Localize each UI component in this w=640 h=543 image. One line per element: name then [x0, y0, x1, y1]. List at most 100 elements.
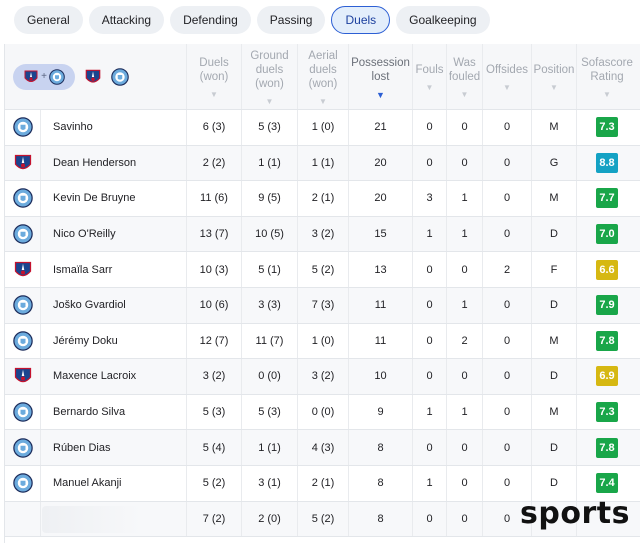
- rating-badge: 7.8: [596, 330, 618, 351]
- player-name-link[interactable]: Nico O'Reilly: [41, 216, 187, 252]
- column-header-ground[interactable]: Ground duels (won) ▼: [242, 44, 298, 109]
- table-row[interactable]: Bernardo Silva 5 (3) 5 (3) 0 (0) 9 1 1 0 M 7.3: [5, 394, 640, 431]
- stat-poss: 20: [349, 145, 413, 181]
- stat-fouled: 0: [447, 252, 483, 287]
- stat-aerial: 3 (2): [298, 216, 349, 252]
- stat-ground: 9 (5): [242, 181, 298, 216]
- table-row[interactable]: Jérémy Doku 12 (7) 11 (7) 1 (0) 11 0 2 0 M 7.8: [5, 323, 640, 360]
- sort-arrow-icon: ▼: [210, 89, 218, 99]
- stat-pos: G: [532, 145, 577, 181]
- tab-defending[interactable]: Defending: [170, 6, 251, 34]
- tab-goalkeeping[interactable]: Goalkeeping: [396, 6, 490, 34]
- column-header-offsides[interactable]: Offsides ▼: [483, 44, 532, 109]
- stat-pos: D: [532, 430, 577, 465]
- watermark-logo: sports: [520, 496, 630, 531]
- table-row[interactable]: Maxence Lacroix 3 (2) 0 (0) 3 (2) 10 0 0 0 D 6.9: [5, 359, 640, 395]
- stat-offsides: 0: [483, 216, 532, 252]
- rating-cell: 7.7: [577, 181, 637, 216]
- rating-badge: 6.9: [596, 366, 618, 387]
- player-name-link[interactable]: Rúben Dias: [41, 430, 187, 465]
- stat-aerial: 0 (0): [298, 394, 349, 430]
- combo-separator: +: [41, 71, 47, 82]
- table-header: + Duels (won) ▼ Ground duels (won) ▼ Aerial …: [5, 44, 640, 110]
- tab-duels[interactable]: Duels: [331, 6, 391, 34]
- rating-cell: 8.8: [577, 146, 637, 181]
- table-row[interactable]: Dean Henderson 2 (2) 1 (1) 1 (1) 20 0 0 0 G 8.8: [5, 145, 640, 182]
- tab-attacking[interactable]: Attacking: [88, 6, 165, 34]
- player-name-link[interactable]: Dean Henderson: [41, 145, 187, 181]
- rating-cell: 6.9: [577, 359, 637, 394]
- stat-duels: 7 (2): [187, 501, 242, 536]
- column-label: Duels (won): [199, 56, 229, 83]
- stat-duels: 10 (3): [187, 252, 242, 287]
- column-header-duels[interactable]: Duels (won) ▼: [187, 44, 242, 109]
- stat-duels: 5 (3): [187, 394, 242, 430]
- stat-pos: D: [532, 216, 577, 252]
- stat-ground: 5 (3): [242, 110, 298, 145]
- table-row[interactable]: Savinho 6 (3) 5 (3) 1 (0) 21 0 0 0 M 7.3: [5, 110, 640, 146]
- player-name-link[interactable]: Savinho: [41, 110, 187, 145]
- stat-ground: 3 (3): [242, 288, 298, 323]
- column-header-rating[interactable]: Sofascore Rating ▼: [577, 44, 637, 109]
- sort-arrow-icon: ▼: [460, 89, 469, 99]
- column-label: Offsides: [486, 63, 528, 76]
- stat-fouled: 2: [447, 323, 483, 359]
- table-row[interactable]: Nico O'Reilly 13 (7) 10 (5) 3 (2) 15 1 1 0 D 7.0: [5, 216, 640, 253]
- rating-cell: 7.3: [577, 110, 637, 145]
- table-row[interactable]: Ismaïla Sarr 10 (3) 5 (1) 5 (2) 13 0 0 2 F 6.6: [5, 252, 640, 288]
- player-name-link[interactable]: Kevin De Bruyne: [41, 181, 187, 216]
- sort-arrow-icon: ▼: [265, 96, 274, 106]
- crystal-palace-filter-icon[interactable]: [84, 68, 102, 86]
- stat-aerial: 1 (1): [298, 145, 349, 181]
- man-city-badge-icon: [5, 466, 41, 501]
- column-label: Aerial duels (won): [308, 49, 338, 90]
- stat-poss: 20: [349, 181, 413, 216]
- player-name-link[interactable]: Manuel Akanji: [41, 466, 187, 501]
- table-row[interactable]: Rúben Dias 5 (4) 1 (1) 4 (3) 8 0 0 0 D 7.8: [5, 430, 640, 466]
- rating-badge: 7.8: [596, 437, 618, 458]
- stat-offsides: 0: [483, 288, 532, 323]
- stat-poss: 8: [349, 430, 413, 465]
- stat-poss: 8: [349, 466, 413, 501]
- stat-fouls: 3: [413, 181, 447, 216]
- stat-aerial: 3 (2): [298, 359, 349, 394]
- column-header-poss[interactable]: Possession lost ▼: [349, 44, 413, 109]
- column-header-fouls[interactable]: Fouls ▼: [413, 44, 447, 109]
- tab-general[interactable]: General: [14, 6, 83, 34]
- stat-ground: 5 (1): [242, 252, 298, 287]
- sort-arrow-icon: ▼: [603, 89, 611, 99]
- table-row[interactable]: Kevin De Bruyne 11 (6) 9 (5) 2 (1) 20 3 1 0 M 7.7: [5, 181, 640, 217]
- column-header-pos[interactable]: Position ▼: [532, 44, 577, 109]
- stat-poss: 11: [349, 323, 413, 359]
- stat-pos: M: [532, 110, 577, 145]
- stat-duels: 5 (2): [187, 466, 242, 501]
- player-name-link[interactable]: Joško Gvardiol: [41, 288, 187, 323]
- stat-duels: 13 (7): [187, 216, 242, 252]
- stat-duels: 10 (6): [187, 288, 242, 323]
- player-name-link[interactable]: Maxence Lacroix: [41, 359, 187, 394]
- rating-cell: 7.8: [577, 430, 637, 465]
- table-row[interactable]: Joško Gvardiol 10 (6) 3 (3) 7 (3) 11 0 1 0 D 7.9: [5, 288, 640, 324]
- tab-passing[interactable]: Passing: [256, 6, 326, 34]
- column-header-fouled[interactable]: Was fouled ▼: [447, 44, 483, 109]
- stat-duels: 5 (4): [187, 430, 242, 465]
- column-label: Fouls: [415, 63, 444, 76]
- stats-tabs: General Attacking Defending Passing Duels Goa…: [0, 0, 640, 40]
- stat-aerial: 2 (1): [298, 181, 349, 216]
- stat-offsides: 0: [483, 394, 532, 430]
- rating-badge: 7.3: [596, 402, 618, 423]
- player-name-link[interactable]: Bernardo Silva: [41, 394, 187, 430]
- man-city-filter-icon[interactable]: [111, 67, 129, 86]
- crystal-palace-badge-icon: [5, 145, 41, 181]
- stat-fouls: 1: [413, 216, 447, 252]
- stat-duels: 11 (6): [187, 181, 242, 216]
- rating-badge: 7.3: [596, 117, 618, 138]
- column-header-aerial[interactable]: Aerial duels (won) ▼: [298, 44, 349, 109]
- stat-fouled: 0: [447, 110, 483, 145]
- player-name-link[interactable]: Jérémy Doku: [41, 323, 187, 359]
- both-teams-filter-button[interactable]: +: [13, 63, 75, 90]
- player-name-link[interactable]: Ismaïla Sarr: [41, 252, 187, 287]
- stat-pos: M: [532, 181, 577, 216]
- rating-badge: 7.9: [596, 295, 618, 316]
- stat-fouled: 0: [447, 145, 483, 181]
